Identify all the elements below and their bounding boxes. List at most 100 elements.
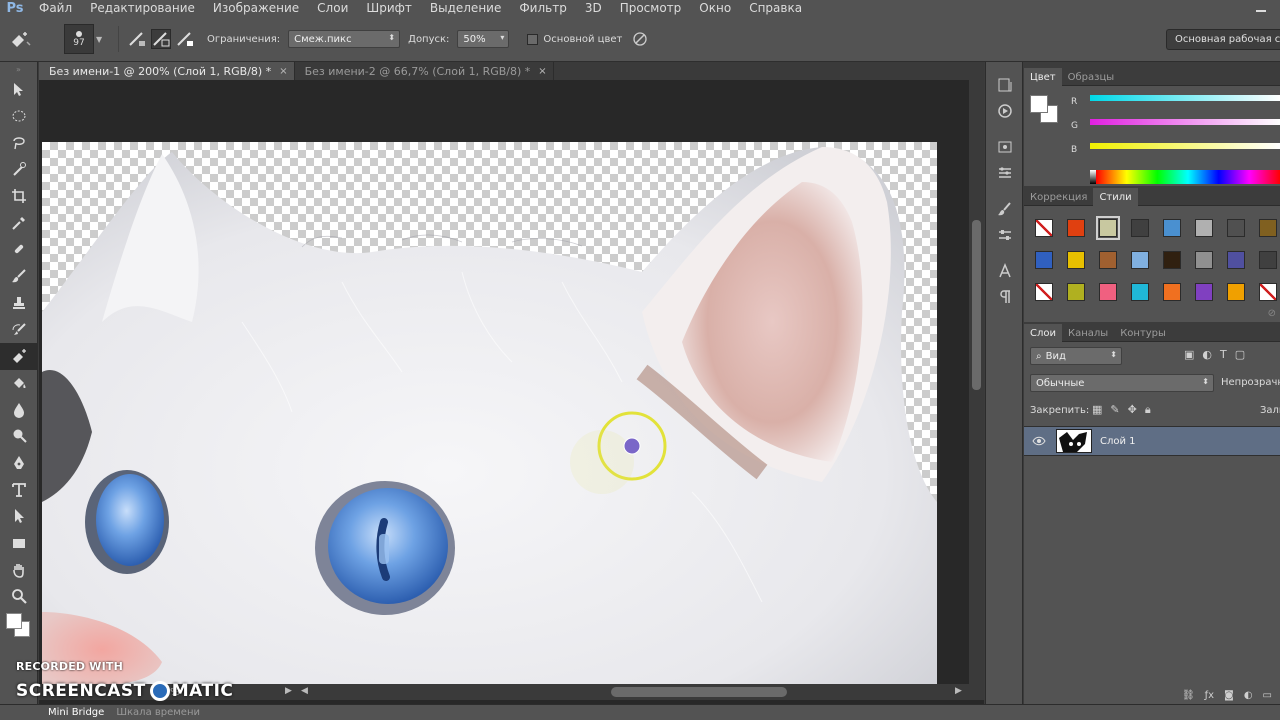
zoom-tool-icon[interactable] <box>0 583 38 610</box>
eyedropper-tool-icon[interactable] <box>0 209 38 236</box>
paragraph-panel-icon[interactable] <box>986 284 1024 310</box>
actions-panel-icon[interactable] <box>986 98 1024 124</box>
sampling-background-swatch-icon[interactable] <box>175 29 195 49</box>
style-swatch[interactable] <box>1124 276 1156 308</box>
properties-panel-icon[interactable] <box>986 160 1024 186</box>
character-panel-icon[interactable] <box>986 258 1024 284</box>
style-swatch[interactable] <box>1188 276 1220 308</box>
document-tab-1[interactable]: Без имени-1 @ 200% (Слой 1, RGB/8) * × <box>39 62 295 80</box>
menu-image[interactable]: Изображение <box>204 0 308 17</box>
menu-type[interactable]: Шрифт <box>357 0 421 17</box>
style-swatch[interactable] <box>1156 244 1188 276</box>
shape-filter-icon[interactable]: ▢ <box>1235 348 1245 361</box>
layer-row[interactable]: Слой 1 <box>1024 426 1280 456</box>
brush-panel-icon[interactable] <box>986 196 1024 222</box>
close-tab-icon[interactable]: × <box>279 66 287 77</box>
style-swatch[interactable] <box>1220 212 1252 244</box>
link-layers-icon[interactable]: ⛓ <box>1182 690 1195 701</box>
style-swatch[interactable] <box>1060 212 1092 244</box>
menu-view[interactable]: Просмотр <box>611 0 691 17</box>
style-swatch[interactable] <box>1028 244 1060 276</box>
vertical-scrollbar[interactable] <box>969 80 984 684</box>
style-swatch[interactable] <box>1188 212 1220 244</box>
new-group-icon[interactable]: ▭ <box>1263 690 1272 701</box>
document-tab-2[interactable]: Без имени-2 @ 66,7% (Слой 1, RGB/8) * × <box>294 62 554 80</box>
adjustment-filter-icon[interactable]: ◐ <box>1202 348 1212 361</box>
style-swatch[interactable] <box>1188 244 1220 276</box>
new-adjustment-icon[interactable]: ◐ <box>1244 690 1253 701</box>
style-swatch[interactable] <box>1060 276 1092 308</box>
menu-help[interactable]: Справка <box>740 0 811 17</box>
style-swatch[interactable] <box>1028 276 1060 308</box>
info-panel-icon[interactable] <box>986 134 1024 160</box>
panel-grip-icon[interactable]: » <box>0 62 37 76</box>
tab-timeline[interactable]: Шкала времени <box>110 707 206 718</box>
channel-r-slider[interactable] <box>1090 95 1280 101</box>
brush-dropdown-arrow-icon[interactable]: ▼ <box>96 28 106 50</box>
add-mask-icon[interactable]: ◙ <box>1224 690 1234 701</box>
style-swatch[interactable] <box>1092 212 1124 244</box>
menu-file[interactable]: Файл <box>30 0 81 17</box>
menu-select[interactable]: Выделение <box>421 0 510 17</box>
horizontal-scroll-thumb[interactable] <box>611 687 787 697</box>
foreground-color-swatch[interactable] <box>1030 95 1048 113</box>
close-tab-icon[interactable]: × <box>538 66 546 77</box>
lasso-tool-icon[interactable] <box>0 129 38 156</box>
style-swatch[interactable] <box>1124 244 1156 276</box>
tab-paths[interactable]: Контуры <box>1114 324 1172 342</box>
sampling-once-icon[interactable] <box>151 29 171 49</box>
type-tool-icon[interactable] <box>0 476 38 503</box>
style-swatch[interactable] <box>1252 244 1280 276</box>
pen-tool-icon[interactable] <box>0 450 38 477</box>
layer-style-fx-icon[interactable]: ƒx <box>1205 690 1214 701</box>
limits-dropdown[interactable]: Смеж.пикс ⬍ <box>288 30 401 48</box>
menu-edit[interactable]: Редактирование <box>81 0 204 17</box>
style-swatch[interactable] <box>1220 276 1252 308</box>
fg-bg-color-swatches[interactable] <box>0 610 38 642</box>
style-swatch[interactable] <box>1124 212 1156 244</box>
workspace-switcher[interactable]: Основная рабочая среда <box>1166 29 1280 50</box>
foreground-color-swatch[interactable] <box>6 612 22 629</box>
blend-mode-dropdown[interactable]: Обычные ⬍ <box>1030 374 1214 392</box>
menu-window[interactable]: Окно <box>690 0 740 17</box>
tab-color[interactable]: Цвет <box>1024 68 1062 86</box>
color-panel-swatches[interactable] <box>1030 95 1060 125</box>
style-swatch[interactable] <box>1156 276 1188 308</box>
pressure-tablet-icon[interactable] <box>630 29 650 49</box>
vertical-scroll-thumb[interactable] <box>972 220 981 390</box>
lock-all-icon[interactable]: 🔒︎ <box>1145 403 1151 417</box>
move-tool-icon[interactable] <box>0 76 38 103</box>
scroll-right-arrow-icon[interactable]: ▶ <box>955 686 962 696</box>
tab-styles[interactable]: Стили <box>1093 188 1138 206</box>
tab-adjustments[interactable]: Коррекция <box>1024 188 1093 206</box>
rectangle-tool-icon[interactable] <box>0 530 38 557</box>
color-spectrum-ramp[interactable] <box>1096 170 1280 184</box>
background-eraser-tool-icon[interactable] <box>0 24 40 54</box>
menu-filter[interactable]: Фильтр <box>510 0 575 17</box>
marquee-tool-icon[interactable] <box>0 103 38 130</box>
image-filter-icon[interactable]: ▣ <box>1184 348 1194 361</box>
style-swatch[interactable] <box>1220 244 1252 276</box>
healing-brush-tool-icon[interactable] <box>0 236 38 263</box>
style-swatch[interactable] <box>1028 212 1060 244</box>
lock-position-icon[interactable]: ✥ <box>1128 403 1137 417</box>
channel-b-slider[interactable] <box>1090 143 1280 149</box>
tab-channels[interactable]: Каналы <box>1062 324 1114 342</box>
style-swatch[interactable] <box>1092 276 1124 308</box>
menu-3d[interactable]: 3D <box>576 0 611 17</box>
tab-swatches[interactable]: Образцы <box>1062 68 1121 86</box>
layer-filter-dropdown[interactable]: ⌕ Вид ⬍ <box>1030 347 1122 365</box>
image-canvas[interactable] <box>42 142 937 684</box>
hand-tool-icon[interactable] <box>0 556 38 583</box>
lock-transparent-icon[interactable]: ▦ <box>1092 403 1102 417</box>
dodge-tool-icon[interactable] <box>0 423 38 450</box>
brush-tool-icon[interactable] <box>0 263 38 290</box>
clone-stamp-tool-icon[interactable] <box>0 290 38 317</box>
tolerance-field[interactable]: 50% ▾ <box>457 30 510 48</box>
clone-source-panel-icon[interactable] <box>986 222 1024 248</box>
channel-g-slider[interactable] <box>1090 119 1280 125</box>
type-filter-icon[interactable]: T <box>1220 348 1227 361</box>
style-swatch[interactable] <box>1060 244 1092 276</box>
style-swatch[interactable] <box>1252 276 1280 308</box>
scroll-left-arrow-icon[interactable]: ◀ <box>301 686 308 696</box>
